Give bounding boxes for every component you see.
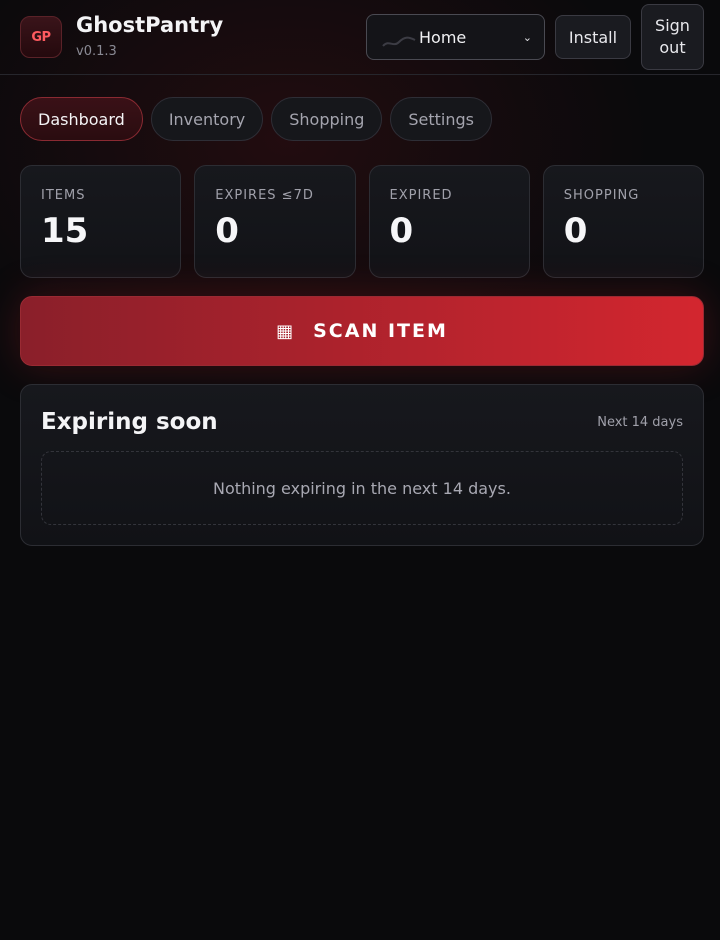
barcode-icon: ▦ — [276, 320, 294, 342]
app-logo: GP — [20, 16, 62, 58]
app-version: v0.1.3 — [76, 44, 117, 59]
chevron-down-icon: ⌄ — [522, 30, 532, 44]
stat-card-shopping: SHOPPING 0 — [542, 165, 704, 278]
home-select-value: Home — [419, 27, 467, 47]
expiring-range: Next 14 days — [597, 415, 683, 430]
stat-card-expired: EXPIRED 0 — [368, 165, 530, 278]
expiring-soon-panel: Expiring soon Next 14 days Nothing expir… — [20, 384, 704, 546]
stat-card-items: ITEMS 15 — [20, 165, 182, 278]
sign-out-label: Sign out — [655, 16, 690, 57]
stat-value: 0 — [215, 211, 239, 251]
stat-label: EXPIRES ≤7D — [215, 188, 314, 203]
main-tabs: Dashboard Inventory Shopping Settings — [20, 97, 492, 141]
stat-value: 15 — [41, 211, 89, 251]
logo-text: GP — [31, 29, 51, 45]
stat-value: 0 — [389, 211, 414, 251]
sign-out-button[interactable]: Sign out — [641, 4, 704, 70]
tab-settings[interactable]: Settings — [390, 97, 492, 141]
scan-item-label: SCAN ITEM — [313, 320, 448, 342]
expiring-empty-state: Nothing expiring in the next 14 days. — [41, 451, 683, 525]
stat-label: SHOPPING — [563, 188, 640, 203]
tab-inventory[interactable]: Inventory — [150, 97, 264, 141]
expiring-title: Expiring soon — [41, 409, 218, 435]
tab-shopping[interactable]: Shopping — [271, 97, 383, 141]
stat-card-expires-7d: EXPIRES ≤7D 0 — [194, 165, 356, 278]
stat-value: 0 — [563, 211, 588, 251]
stat-label: EXPIRED — [389, 188, 453, 203]
tab-dashboard[interactable]: Dashboard — [20, 97, 143, 141]
scan-item-button[interactable]: ▦ SCAN ITEM — [20, 296, 704, 366]
stats-row: ITEMS 15 EXPIRES ≤7D 0 EXPIRED 0 SHOPPIN… — [20, 165, 704, 278]
stat-label: ITEMS — [41, 188, 86, 203]
squiggle-icon — [382, 36, 416, 47]
install-button[interactable]: Install — [555, 15, 631, 59]
top-bar: GP GhostPantry v0.1.3 Home ⌄ Install Sig… — [0, 0, 720, 75]
app-title: GhostPantry — [76, 13, 224, 37]
home-select[interactable]: Home ⌄ — [366, 14, 545, 60]
